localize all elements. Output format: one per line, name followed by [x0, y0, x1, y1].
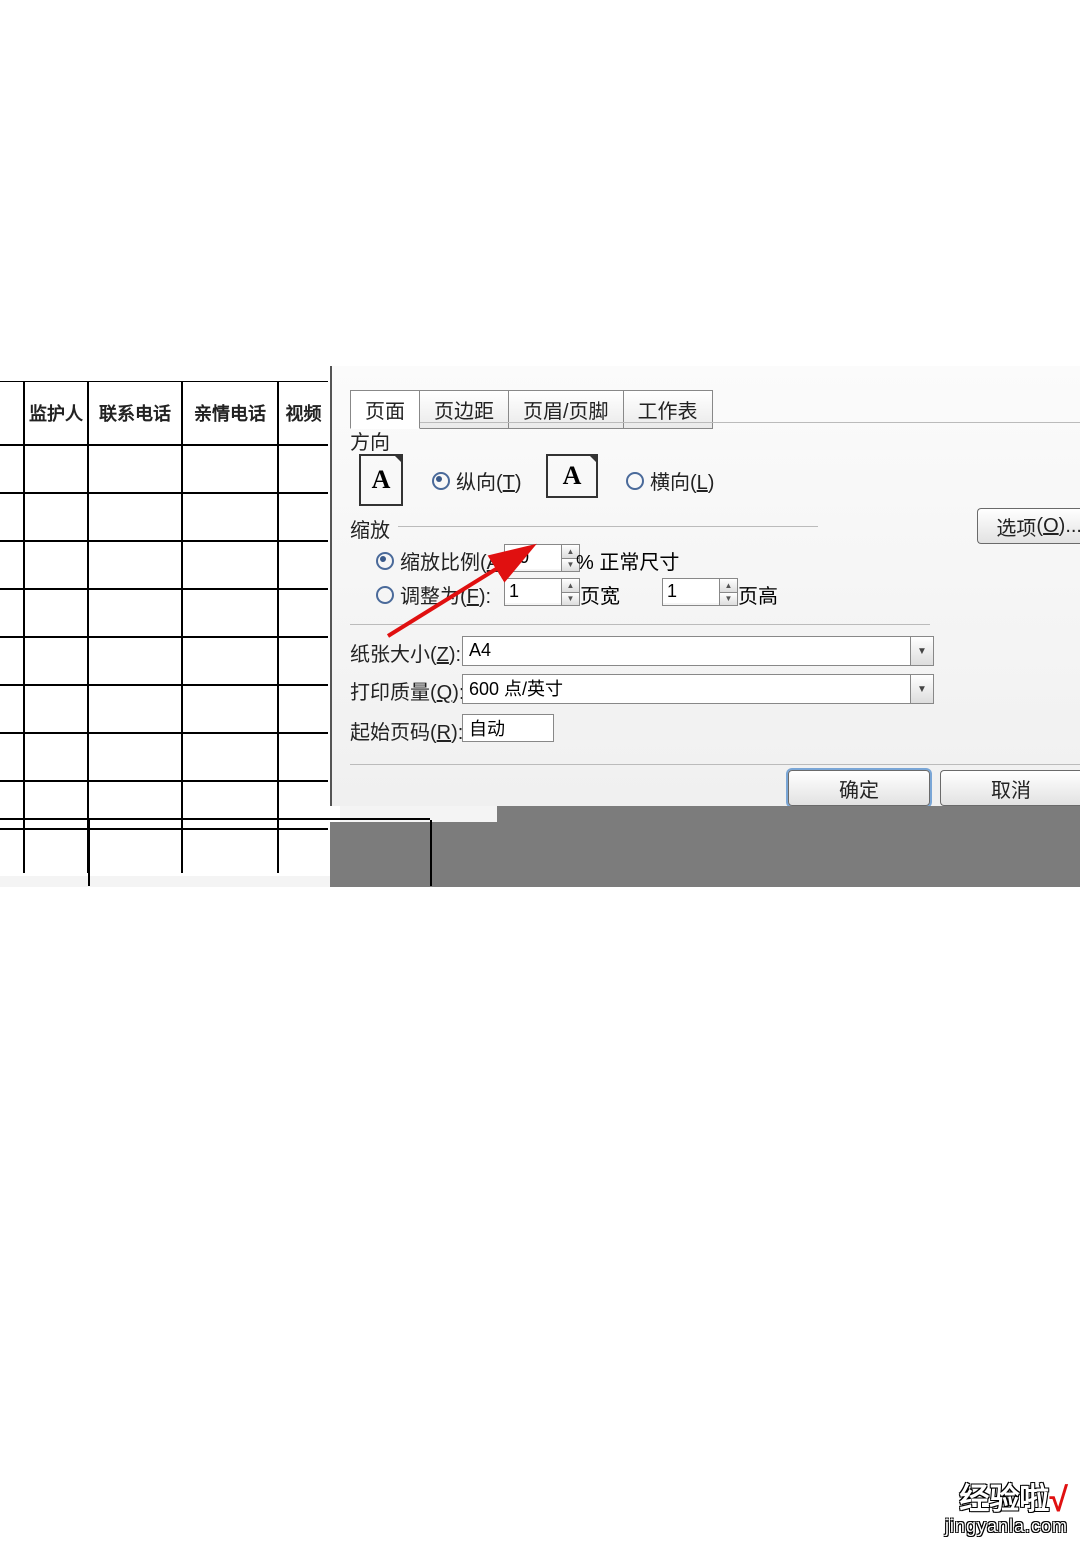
portrait-icon: A	[359, 454, 403, 506]
chevron-down-icon[interactable]: ▼	[910, 675, 933, 703]
options-button[interactable]: 选项(O)...	[977, 508, 1080, 544]
spin-up-icon[interactable]: ▲	[719, 579, 737, 593]
tab-page[interactable]: 页面	[350, 390, 420, 429]
scale-suffix: % 正常尺寸	[576, 546, 679, 575]
landscape-icon: A	[546, 454, 598, 498]
table-row	[0, 733, 340, 781]
table-row	[0, 637, 340, 685]
table-row	[0, 445, 340, 493]
fit-width-input[interactable]	[505, 579, 561, 603]
scale-radio[interactable]: 缩放比例(A):	[376, 546, 512, 575]
table-row	[0, 493, 340, 541]
zoom-label: 缩放	[350, 514, 390, 543]
page-setup-dialog: 页面 页边距 页眉/页脚 工作表 方向 A 纵向(T) A 横向(L) 缩放 缩…	[330, 366, 1080, 806]
table-header-cell: 监护人	[24, 381, 88, 445]
fit-width-spin[interactable]: ▲▼	[504, 578, 580, 606]
print-quality-combo[interactable]: ▼	[462, 674, 934, 704]
scale-spin[interactable]: ▲▼	[504, 544, 580, 572]
preview-background	[497, 806, 1080, 887]
fit-height-input[interactable]	[663, 579, 719, 603]
fit-height-label: 页高	[738, 580, 778, 609]
table-header-cell: 亲情电话	[182, 381, 278, 445]
spin-down-icon[interactable]: ▼	[719, 593, 737, 606]
table-header-cell	[0, 381, 24, 445]
paper-size-combo[interactable]: ▼	[462, 636, 934, 666]
watermark: 经验啦√ jingyanla.com	[945, 1483, 1068, 1535]
paper-size-input[interactable]	[463, 637, 910, 663]
first-page-label: 起始页码(R):	[350, 716, 463, 745]
first-page-input[interactable]	[462, 714, 554, 742]
fit-height-spin[interactable]: ▲▼	[662, 578, 738, 606]
tab-header-footer[interactable]: 页眉/页脚	[508, 390, 624, 429]
table-row	[0, 541, 340, 589]
table-row	[0, 685, 340, 733]
tabs: 页面 页边距 页眉/页脚 工作表	[350, 390, 712, 429]
page-edge	[0, 820, 90, 886]
tab-sheet[interactable]: 工作表	[623, 390, 713, 429]
spreadsheet-fragment: 监护人 联系电话 亲情电话 视频	[0, 366, 340, 876]
landscape-radio[interactable]: 横向(L)	[626, 466, 714, 495]
fit-radio[interactable]: 调整为(F):	[376, 580, 491, 609]
print-quality-input[interactable]	[463, 675, 910, 701]
spin-down-icon[interactable]: ▼	[561, 593, 579, 606]
paper-size-label: 纸张大小(Z):	[350, 638, 461, 667]
scale-input[interactable]	[505, 545, 561, 569]
direction-label: 方向	[350, 426, 390, 455]
table-header-cell: 视频	[278, 381, 328, 445]
table-header-cell: 联系电话	[88, 381, 182, 445]
page-edge	[88, 820, 432, 886]
cancel-button[interactable]: 取消	[940, 770, 1080, 806]
spin-up-icon[interactable]: ▲	[561, 579, 579, 593]
check-icon: √	[1049, 1481, 1068, 1519]
chevron-down-icon[interactable]: ▼	[910, 637, 933, 665]
tab-margins[interactable]: 页边距	[419, 390, 509, 429]
table-row	[0, 589, 340, 637]
fit-width-label: 页宽	[580, 580, 620, 609]
portrait-radio[interactable]: 纵向(T)	[432, 466, 522, 495]
ok-button[interactable]: 确定	[788, 770, 930, 806]
table-header-row: 监护人 联系电话 亲情电话 视频	[0, 381, 340, 445]
print-quality-label: 打印质量(Q):	[350, 676, 464, 705]
